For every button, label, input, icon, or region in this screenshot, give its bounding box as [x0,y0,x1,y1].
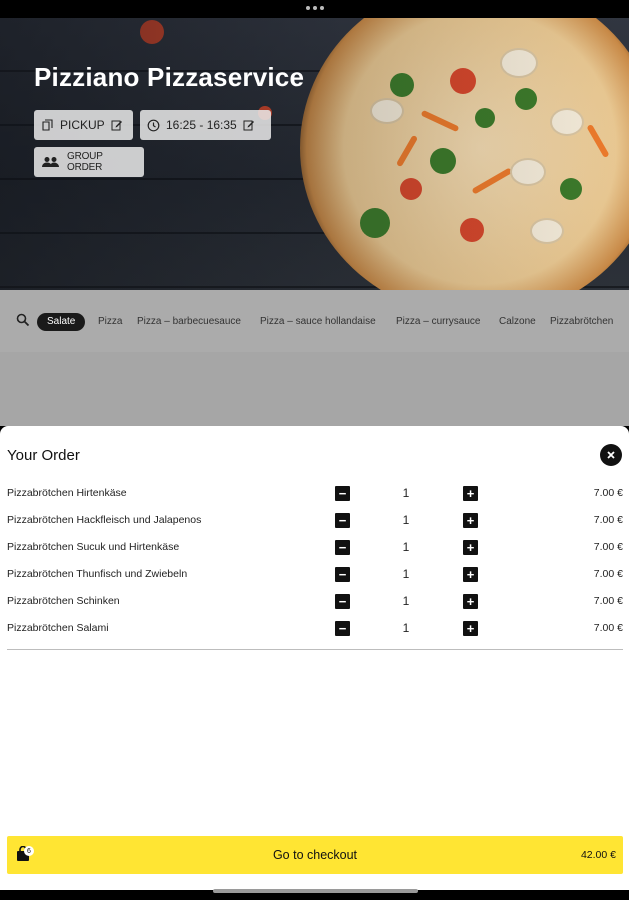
decrease-quantity-button[interactable]: − [335,540,350,555]
edit-icon[interactable] [111,119,123,131]
checkout-button[interactable]: 6 Go to checkout 42.00 € [7,836,623,874]
hero-banner: Pizziano Pizzaservice PICKUP 16:25 - 16:… [0,18,629,290]
status-bar [0,0,629,18]
item-price: 7.00 € [593,622,623,634]
category-tab-pizza-currysauce[interactable]: Pizza – currysauce [396,313,480,331]
order-item-row: Pizzabrötchen Salami − 1 + 7.00 € [0,618,629,640]
clock-icon [147,119,160,132]
item-quantity: 1 [402,594,410,608]
order-divider [7,649,623,650]
category-tab-pizzabroetchen[interactable]: Pizzabrötchen [550,313,613,331]
decrease-quantity-button[interactable]: − [335,486,350,501]
multitasking-dots-icon[interactable] [304,6,326,12]
group-order-label: GROUP ORDER [67,151,103,173]
increase-quantity-button[interactable]: + [463,513,478,528]
item-price: 7.00 € [593,568,623,580]
item-name: Pizzabrötchen Hirtenkäse [7,487,127,499]
menu-area: Salate Pizza Pizza – barbecuesauce Pizza… [0,290,629,426]
category-tab-salate[interactable]: Salate [37,313,86,331]
search-icon[interactable] [16,313,30,332]
item-quantity: 1 [402,486,410,500]
item-price: 7.00 € [593,487,623,499]
increase-quantity-button[interactable]: + [463,486,478,501]
category-bar: Salate Pizza Pizza – barbecuesauce Pizza… [0,290,629,352]
decrease-quantity-button[interactable]: − [335,621,350,636]
order-item-row: Pizzabrötchen Hackfleisch und Jalapenos … [0,510,629,532]
order-item-row: Pizzabrötchen Hirtenkäse − 1 + 7.00 € [0,483,629,505]
increase-quantity-button[interactable]: + [463,540,478,555]
pickup-icon [41,118,54,132]
increase-quantity-button[interactable]: + [463,594,478,609]
item-price: 7.00 € [593,595,623,607]
item-price: 7.00 € [593,541,623,553]
item-name: Pizzabrötchen Hackfleisch und Jalapenos [7,514,202,526]
order-item-row: Pizzabrötchen Thunfisch und Zwiebeln − 1… [0,564,629,586]
item-name: Pizzabrötchen Schinken [7,595,120,607]
pickup-time-label: 16:25 - 16:35 [166,118,237,132]
decrease-quantity-button[interactable]: − [335,513,350,528]
order-title: Your Order [7,447,80,464]
edit-icon[interactable] [243,119,255,131]
category-tab-pizza[interactable]: Pizza [98,313,122,331]
category-tab-pizza-barbecuesauce[interactable]: Pizza – barbecuesauce [137,313,241,331]
group-order-button[interactable]: GROUP ORDER [34,147,144,177]
item-quantity: 1 [402,621,410,635]
item-name: Pizzabrötchen Sucuk und Hirtenkäse [7,541,180,553]
item-price: 7.00 € [593,514,623,526]
item-quantity: 1 [402,540,410,554]
order-item-row: Pizzabrötchen Sucuk und Hirtenkäse − 1 +… [0,537,629,559]
checkout-total: 42.00 € [580,849,616,861]
checkout-label: Go to checkout [272,848,358,862]
order-item-row: Pizzabrötchen Schinken − 1 + 7.00 € [0,591,629,613]
home-indicator[interactable] [213,889,418,893]
item-quantity: 1 [402,513,410,527]
pickup-label: PICKUP [60,118,105,132]
increase-quantity-button[interactable]: + [463,621,478,636]
category-tab-pizza-sauce-hollandaise[interactable]: Pizza – sauce hollandaise [260,313,376,331]
pickup-time-button[interactable]: 16:25 - 16:35 [140,110,271,140]
category-tab-calzone[interactable]: Calzone [499,313,536,331]
restaurant-name: Pizziano Pizzaservice [34,62,305,92]
close-order-button[interactable] [600,444,622,466]
item-quantity: 1 [402,567,410,581]
pickup-button[interactable]: PICKUP [34,110,133,140]
close-icon [607,446,615,464]
decrease-quantity-button[interactable]: − [335,567,350,582]
increase-quantity-button[interactable]: + [463,567,478,582]
decrease-quantity-button[interactable]: − [335,594,350,609]
item-name: Pizzabrötchen Salami [7,622,109,634]
item-name: Pizzabrötchen Thunfisch und Zwiebeln [7,568,188,580]
group-icon [41,156,61,168]
